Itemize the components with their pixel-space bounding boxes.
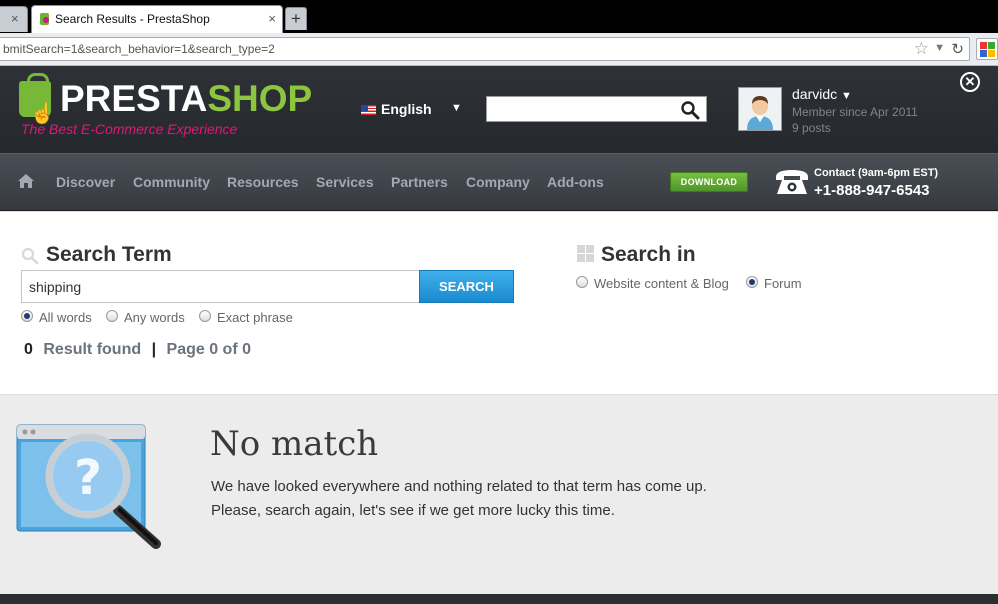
- user-avatar-icon: [739, 88, 781, 130]
- browser-tab-inactive[interactable]: ×: [0, 6, 28, 32]
- prestashop-logo[interactable]: PRESTASHOP: [60, 79, 312, 119]
- tab-title: Search Results - PrestaShop: [55, 12, 210, 26]
- search-window-magnifier-icon: ?: [16, 424, 161, 549]
- result-count: 0: [24, 341, 33, 358]
- radio-forum[interactable]: [746, 276, 758, 288]
- radio-label-any-words[interactable]: Any words: [124, 310, 185, 325]
- bookmark-star-icon[interactable]: ☆: [914, 39, 929, 59]
- search-in-title: Search in: [601, 243, 696, 266]
- reload-icon[interactable]: ↻: [951, 40, 964, 58]
- nav-item-company[interactable]: Company: [466, 174, 530, 190]
- contact-phone[interactable]: +1-888-947-6543: [814, 182, 930, 199]
- result-summary: 0 Result found | Page 0 of 0: [24, 341, 251, 359]
- close-icon[interactable]: ×: [268, 11, 276, 26]
- address-url: bmitSearch=1&search_behavior=1&search_ty…: [3, 42, 275, 56]
- nav-item-partners[interactable]: Partners: [391, 174, 448, 190]
- chevron-down-icon[interactable]: ▼: [841, 90, 852, 102]
- site-header: ☝ PRESTASHOP The Best E-Commerce Experie…: [0, 66, 998, 153]
- nav-item-services[interactable]: Services: [316, 174, 374, 190]
- grid-icon: [577, 245, 594, 262]
- svg-text:?: ?: [74, 450, 102, 506]
- no-match-message-line1: We have looked everywhere and nothing re…: [211, 478, 707, 495]
- header-search-input[interactable]: [486, 96, 707, 122]
- google-extension-icon[interactable]: [976, 38, 998, 60]
- new-tab-button[interactable]: +: [285, 7, 307, 30]
- search-icon[interactable]: [680, 100, 700, 120]
- us-flag-icon: [361, 105, 376, 115]
- footer-strip: [0, 594, 998, 604]
- member-since: Member since Apr 2011: [792, 105, 918, 119]
- radio-label-exact-phrase[interactable]: Exact phrase: [217, 310, 293, 325]
- search-term-title: Search Term: [46, 243, 172, 266]
- browser-tab-active[interactable]: Search Results - PrestaShop ×: [31, 5, 283, 33]
- radio-any-words[interactable]: [106, 310, 118, 322]
- avatar[interactable]: [738, 87, 782, 131]
- user-name-menu[interactable]: darvidc ▼: [792, 86, 852, 102]
- no-match-title: No match: [210, 424, 379, 464]
- browser-toolbar: bmitSearch=1&search_behavior=1&search_ty…: [0, 33, 998, 66]
- chevron-down-icon[interactable]: ▼: [451, 102, 462, 114]
- close-icon[interactable]: ✕: [960, 72, 980, 92]
- search-term-input[interactable]: [21, 270, 420, 303]
- post-count: 9 posts: [792, 121, 831, 135]
- no-match-panel: ? No match We have looked everywhere and…: [0, 394, 998, 594]
- address-bar[interactable]: bmitSearch=1&search_behavior=1&search_ty…: [0, 37, 970, 61]
- nav-item-addons[interactable]: Add-ons: [547, 174, 604, 190]
- radio-exact-phrase[interactable]: [199, 310, 211, 322]
- result-separator: |: [151, 341, 157, 358]
- page-indicator: Page 0 of 0: [166, 341, 251, 358]
- search-panel: Search Term SEARCH All words Any words E…: [0, 211, 998, 394]
- search-icon: [21, 247, 39, 265]
- nav-item-community[interactable]: Community: [133, 174, 210, 190]
- prestashop-favicon-icon: [40, 13, 49, 25]
- home-icon[interactable]: [17, 173, 35, 189]
- result-label: Result found: [43, 341, 142, 358]
- nav-item-resources[interactable]: Resources: [227, 174, 299, 190]
- logo-tagline: The Best E-Commerce Experience: [21, 121, 238, 137]
- radio-all-words[interactable]: [21, 310, 33, 322]
- phone-icon: [776, 170, 808, 194]
- radio-label-forum[interactable]: Forum: [764, 276, 802, 291]
- browser-tab-strip: × Search Results - PrestaShop × +: [0, 0, 998, 33]
- radio-label-website-content[interactable]: Website content & Blog: [594, 276, 729, 291]
- radio-website-content[interactable]: [576, 276, 588, 288]
- search-button[interactable]: SEARCH: [419, 270, 514, 303]
- close-icon[interactable]: ×: [11, 11, 19, 26]
- radio-label-all-words[interactable]: All words: [39, 310, 92, 325]
- download-button[interactable]: DOWNLOAD: [670, 172, 748, 192]
- main-nav: Discover Community Resources Services Pa…: [0, 153, 998, 211]
- contact-hours: Contact (9am-6pm EST): [814, 167, 939, 179]
- chevron-down-icon[interactable]: ▼: [934, 42, 945, 54]
- no-match-message-line2: Please, search again, let's see if we ge…: [211, 502, 615, 519]
- nav-item-discover[interactable]: Discover: [56, 174, 115, 190]
- language-selector[interactable]: English: [381, 101, 432, 117]
